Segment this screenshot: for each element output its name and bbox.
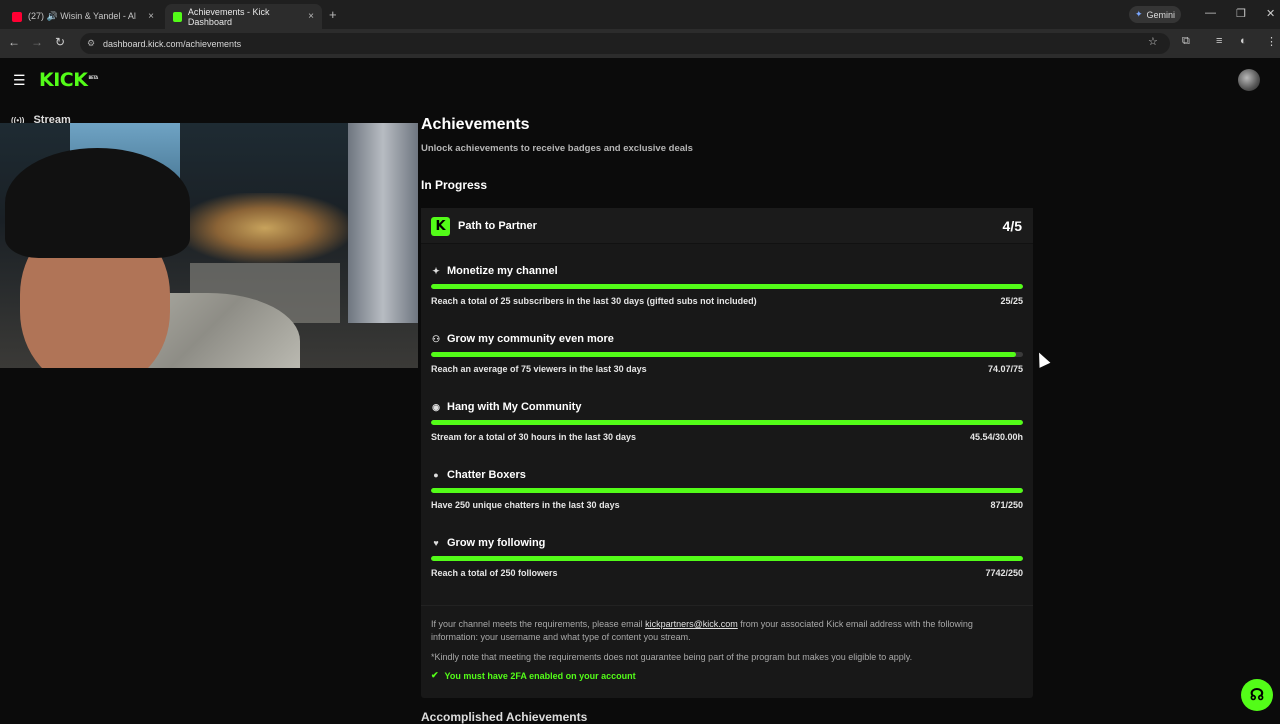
logo-text: KICK	[39, 69, 88, 91]
achievement-title: Monetize my channel	[447, 265, 558, 277]
close-tab-icon[interactable]: ×	[308, 11, 314, 22]
requirement-text: You must have 2FA enabled on your accoun…	[444, 670, 636, 681]
card-title: Path to Partner	[458, 220, 537, 232]
progress-bar	[431, 488, 1023, 493]
progress-fill	[431, 556, 1023, 561]
profile-icon[interactable]: ◐	[1240, 35, 1247, 47]
gemini-icon: ✦	[1135, 9, 1143, 19]
user-avatar[interactable]	[1238, 69, 1260, 91]
achievement-value: 25/25	[1000, 296, 1023, 306]
progress-bar	[431, 420, 1023, 425]
site-header: ☰ KICKBETA	[0, 58, 1280, 104]
check-icon: ✔	[431, 670, 439, 680]
section-accomplished: Accomplished Achievements	[421, 710, 588, 724]
hamburger-menu-icon[interactable]: ☰	[13, 72, 26, 89]
achievement-monetize: ✦ Monetize my channel Reach a total of 2…	[431, 265, 1023, 325]
achievement-grow-community: ⚇ Grow my community even more Reach an a…	[431, 333, 1023, 393]
site-info-icon[interactable]: ⚙	[87, 38, 95, 49]
webcam-overlay	[0, 123, 418, 368]
community-icon: ⚇	[431, 333, 441, 344]
browser-tab-kick[interactable]: Achievements - Kick Dashboard ×	[165, 4, 322, 29]
support-chat-button[interactable]: ☊	[1241, 679, 1273, 711]
2fa-requirement: ✔ You must have 2FA enabled on your acco…	[431, 670, 636, 681]
media-control-icon[interactable]: ≡	[1216, 35, 1222, 47]
achievement-value: 45.54/30.00h	[969, 432, 1023, 442]
heart-icon: ♥	[433, 538, 439, 548]
progress-bar	[431, 352, 1023, 357]
achievement-title: Grow my following	[447, 537, 546, 549]
browser-tab-youtube[interactable]: (27) 🔊 Wisin & Yandel - Al ×	[4, 4, 162, 29]
path-to-partner-card: K Path to Partner 4/5 ✦ Monetize my chan…	[421, 208, 1033, 698]
achievement-hang-community: ◉ Hang with My Community Stream for a to…	[431, 401, 1023, 461]
achievement-value: 7742/250	[985, 568, 1023, 578]
section-in-progress: In Progress	[421, 178, 488, 192]
minimize-icon[interactable]: —	[1205, 7, 1216, 19]
achievement-desc: Reach an average of 75 viewers in the la…	[431, 364, 647, 374]
progress-fill	[431, 352, 1016, 357]
achievement-chatter-boxers: ● Chatter Boxers Have 250 unique chatter…	[431, 469, 1023, 529]
achievement-value: 74.07/75	[987, 364, 1023, 374]
back-icon[interactable]: ←	[8, 35, 20, 49]
kick-favicon-icon	[173, 11, 182, 22]
url-text: dashboard.kick.com/achievements	[103, 38, 242, 49]
gemini-label: Gemini	[1146, 9, 1176, 20]
achievement-grow-following: ♥ Grow my following Reach a total of 250…	[431, 537, 1023, 597]
progress-bar	[431, 284, 1023, 289]
extension-icon[interactable]: ⧉	[1182, 35, 1190, 48]
progress-fill	[431, 488, 1023, 493]
headset-icon: ☊	[1249, 687, 1265, 704]
address-bar[interactable]: ⚙ dashboard.kick.com/achievements	[80, 33, 1170, 54]
tab-label: (27) 🔊 Wisin & Yandel - Al	[28, 11, 136, 21]
achievement-title: Hang with My Community	[447, 401, 582, 413]
achievement-title: Chatter Boxers	[447, 469, 526, 481]
restore-icon[interactable]: ❐	[1236, 7, 1246, 20]
logo-beta: BETA	[88, 74, 98, 80]
new-tab-button[interactable]: +	[329, 7, 337, 22]
page-subtitle: Unlock achievements to receive badges an…	[421, 143, 693, 154]
webcam-fridge	[348, 123, 418, 323]
youtube-icon	[12, 11, 22, 22]
close-window-icon[interactable]: ✕	[1266, 7, 1275, 20]
browser-tab-bar: (27) 🔊 Wisin & Yandel - Al × Achievement…	[0, 0, 1280, 29]
close-tab-icon[interactable]: ×	[148, 11, 154, 22]
chat-icon: ●	[433, 470, 439, 480]
bookmark-star-icon[interactable]: ☆	[1148, 35, 1158, 48]
kick-logo[interactable]: KICKBETA	[39, 69, 98, 91]
webcam-cap	[5, 148, 190, 258]
instructions-text: If your channel meets the requirements, …	[431, 619, 646, 629]
card-footer: If your channel meets the requirements, …	[421, 605, 1033, 698]
webcam-light	[180, 193, 350, 263]
card-header[interactable]: K Path to Partner 4/5	[421, 208, 1033, 244]
partner-instructions: If your channel meets the requirements, …	[431, 618, 1011, 644]
page-title: Achievements	[421, 116, 530, 133]
sparkle-icon: ✦	[432, 265, 440, 276]
achievement-desc: Have 250 unique chatters in the last 30 …	[431, 500, 620, 510]
achievement-value: 871/250	[990, 500, 1023, 510]
mouse-cursor-icon	[1033, 350, 1051, 368]
browser-toolbar: ← → ↻ ⚙ dashboard.kick.com/achievements …	[0, 29, 1280, 58]
progress-fill	[431, 284, 1023, 289]
achievement-desc: Reach a total of 250 followers	[431, 568, 558, 578]
forward-icon[interactable]: →	[31, 35, 43, 49]
eligibility-note: *Kindly note that meeting the requiremen…	[431, 652, 913, 662]
achievement-desc: Reach a total of 25 subscribers in the l…	[431, 296, 757, 306]
progress-fill	[431, 420, 1023, 425]
achievement-title: Grow my community even more	[447, 333, 614, 345]
progress-bar	[431, 556, 1023, 561]
gemini-button[interactable]: ✦ Gemini	[1129, 6, 1182, 23]
partner-email-link[interactable]: kickpartners@kick.com	[645, 619, 738, 629]
kick-badge-icon: K	[431, 217, 450, 236]
broadcast-icon: ◉	[432, 401, 440, 412]
reload-icon[interactable]: ↻	[55, 35, 65, 49]
tab-label: Achievements - Kick Dashboard	[187, 6, 270, 27]
card-progress-count: 4/5	[1002, 218, 1022, 234]
menu-icon[interactable]: ⋮	[1266, 35, 1277, 48]
achievement-desc: Stream for a total of 30 hours in the la…	[431, 432, 637, 442]
